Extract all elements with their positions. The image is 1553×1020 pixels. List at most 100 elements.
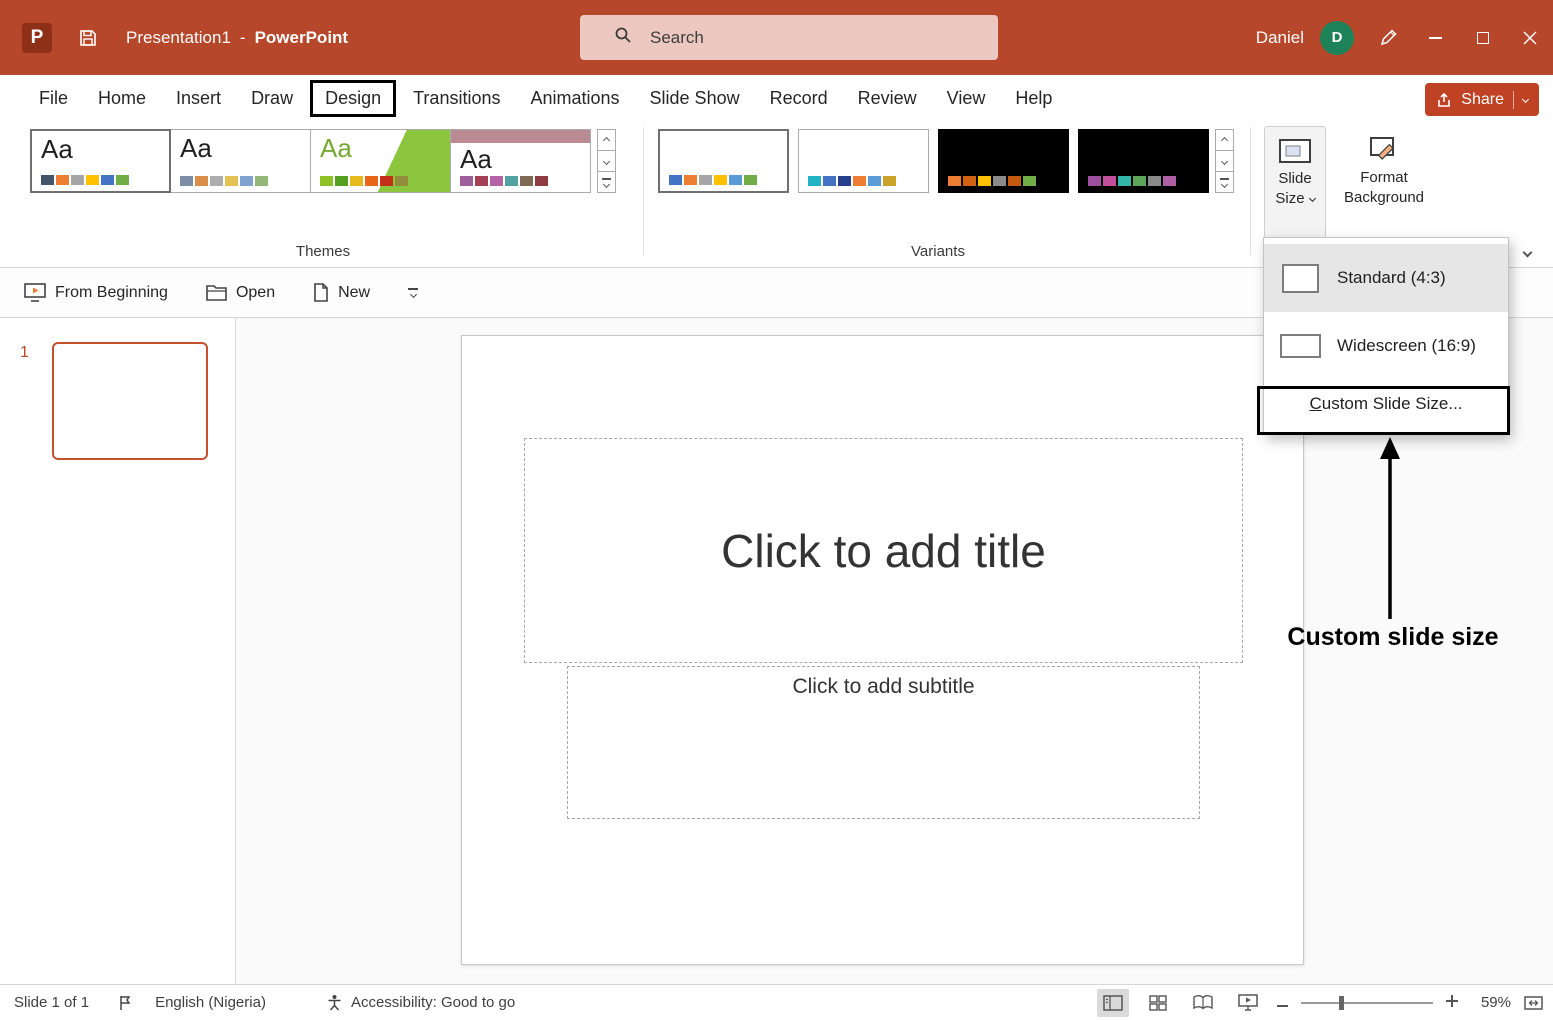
menu-item-standard[interactable]: Standard (4:3)	[1264, 244, 1508, 312]
color-swatch	[699, 175, 712, 185]
zoom-level[interactable]: 59%	[1471, 994, 1511, 1011]
color-swatch	[1133, 176, 1146, 186]
variants-scroll-up-button[interactable]	[1215, 129, 1234, 151]
color-swatch	[853, 176, 866, 186]
logo-letter: P	[31, 27, 44, 49]
tab-help[interactable]: Help	[1000, 88, 1067, 109]
save-icon[interactable]	[78, 28, 98, 48]
theme-preview-text: Aa	[320, 133, 352, 163]
tab-record[interactable]: Record	[755, 88, 843, 109]
menu-item-widescreen[interactable]: Widescreen (16:9)	[1264, 312, 1508, 380]
theme-thumbnail-2[interactable]: Aa	[170, 129, 311, 193]
slide-size-button[interactable]: Slide Size	[1264, 126, 1326, 243]
theme-thumbnail-1[interactable]: Aa	[30, 129, 171, 193]
slideshow-view-button[interactable]	[1232, 989, 1264, 1017]
subtitle-placeholder[interactable]: Click to add subtitle	[567, 666, 1200, 819]
accessibility-status[interactable]: Accessibility: Good to go	[351, 994, 515, 1011]
maximize-button[interactable]	[1459, 0, 1506, 75]
reading-view-button[interactable]	[1187, 989, 1219, 1017]
new-button[interactable]: New	[313, 283, 370, 302]
theme-thumbnail-4[interactable]: Aa	[450, 129, 591, 193]
slide-sorter-view-button[interactable]	[1142, 989, 1174, 1017]
themes-group-label: Themes	[30, 243, 616, 260]
format-background-icon	[1368, 136, 1400, 164]
search-box[interactable]: Search	[580, 15, 998, 60]
slide-indicator[interactable]: Slide 1 of 1	[14, 994, 89, 1011]
color-swatch	[86, 175, 99, 185]
variants-scroll-down-button[interactable]	[1215, 150, 1234, 172]
ribbon-collapse-button[interactable]	[1524, 243, 1531, 261]
zoom-slider-handle[interactable]	[1339, 996, 1344, 1010]
proofing-icon[interactable]	[117, 995, 133, 1011]
share-icon	[1436, 92, 1452, 108]
tab-review[interactable]: Review	[843, 88, 932, 109]
tab-home[interactable]: Home	[83, 88, 161, 109]
format-background-label-line1: Format	[1360, 169, 1408, 186]
slides-panel: 1	[0, 318, 236, 984]
open-button[interactable]: Open	[206, 284, 275, 302]
avatar[interactable]: D	[1320, 21, 1354, 55]
toolbar-options-button[interactable]	[408, 288, 418, 297]
themes-scroll-down-button[interactable]	[597, 150, 616, 172]
variant-thumbnail-4[interactable]	[1078, 129, 1209, 193]
variants-gallery	[658, 129, 1218, 193]
variants-more-button[interactable]	[1215, 171, 1234, 193]
menu-item-standard-label: Standard (4:3)	[1337, 268, 1446, 288]
zoom-slider[interactable]	[1301, 995, 1433, 1011]
search-icon	[614, 26, 632, 49]
title-placeholder[interactable]: Click to add title	[524, 438, 1243, 663]
gallery-more-icon	[602, 178, 611, 187]
powerpoint-logo-icon[interactable]: P	[22, 23, 52, 53]
zoom-out-button[interactable]	[1277, 994, 1288, 1011]
tab-slide-show[interactable]: Slide Show	[635, 88, 755, 109]
close-button[interactable]	[1506, 0, 1553, 75]
widescreen-ratio-icon	[1280, 334, 1321, 358]
tab-insert[interactable]: Insert	[161, 88, 236, 109]
color-swatch	[1103, 176, 1116, 186]
color-swatch	[993, 176, 1006, 186]
tab-draw[interactable]: Draw	[236, 88, 308, 109]
tab-transitions[interactable]: Transitions	[398, 88, 515, 109]
color-swatch	[729, 175, 742, 185]
tab-view[interactable]: View	[932, 88, 1001, 109]
app-name: PowerPoint	[255, 28, 349, 48]
variants-group-label: Variants	[658, 243, 1218, 260]
fit-slide-to-window-button[interactable]	[1524, 995, 1543, 1011]
zoom-in-button[interactable]	[1446, 994, 1458, 1011]
accessibility-icon[interactable]	[326, 994, 343, 1011]
color-swatch	[948, 176, 961, 186]
divider	[1513, 91, 1514, 109]
slide-size-label-line2: Size	[1275, 189, 1304, 209]
slide[interactable]: Click to add title Click to add subtitle	[461, 335, 1304, 965]
minimize-button[interactable]	[1412, 0, 1459, 75]
chevron-up-icon	[1221, 136, 1228, 143]
chevron-down-icon	[1221, 157, 1228, 164]
slide-thumbnail[interactable]	[52, 342, 208, 460]
variant-thumbnail-3[interactable]	[938, 129, 1069, 193]
theme-preview-text: Aa	[460, 145, 492, 174]
color-swatch	[350, 176, 363, 186]
normal-view-button[interactable]	[1097, 989, 1129, 1017]
pen-icon[interactable]	[1378, 28, 1398, 48]
tab-design[interactable]: Design	[310, 80, 396, 117]
color-swatch	[823, 176, 836, 186]
share-button[interactable]: Share	[1425, 83, 1539, 116]
new-label: New	[338, 284, 370, 302]
themes-scroll-up-button[interactable]	[597, 129, 616, 151]
language-indicator[interactable]: English (Nigeria)	[155, 994, 266, 1011]
themes-more-button[interactable]	[597, 171, 616, 193]
window-title: Presentation1 - PowerPoint	[126, 28, 348, 48]
tab-animations[interactable]: Animations	[515, 88, 634, 109]
variant-thumbnail-2[interactable]	[798, 129, 929, 193]
color-swatch	[116, 175, 129, 185]
theme-thumbnail-3[interactable]: Aa	[310, 129, 451, 193]
from-beginning-button[interactable]: From Beginning	[24, 283, 168, 302]
user-name[interactable]: Daniel	[1256, 28, 1304, 48]
color-swatch	[744, 175, 757, 185]
variant-thumbnail-1[interactable]	[658, 129, 789, 193]
theme-preview-text: Aa	[41, 134, 73, 164]
format-background-button[interactable]: Format Background	[1334, 126, 1434, 243]
color-swatch	[505, 176, 518, 186]
tab-file[interactable]: File	[24, 88, 83, 109]
color-swatch	[255, 176, 268, 186]
